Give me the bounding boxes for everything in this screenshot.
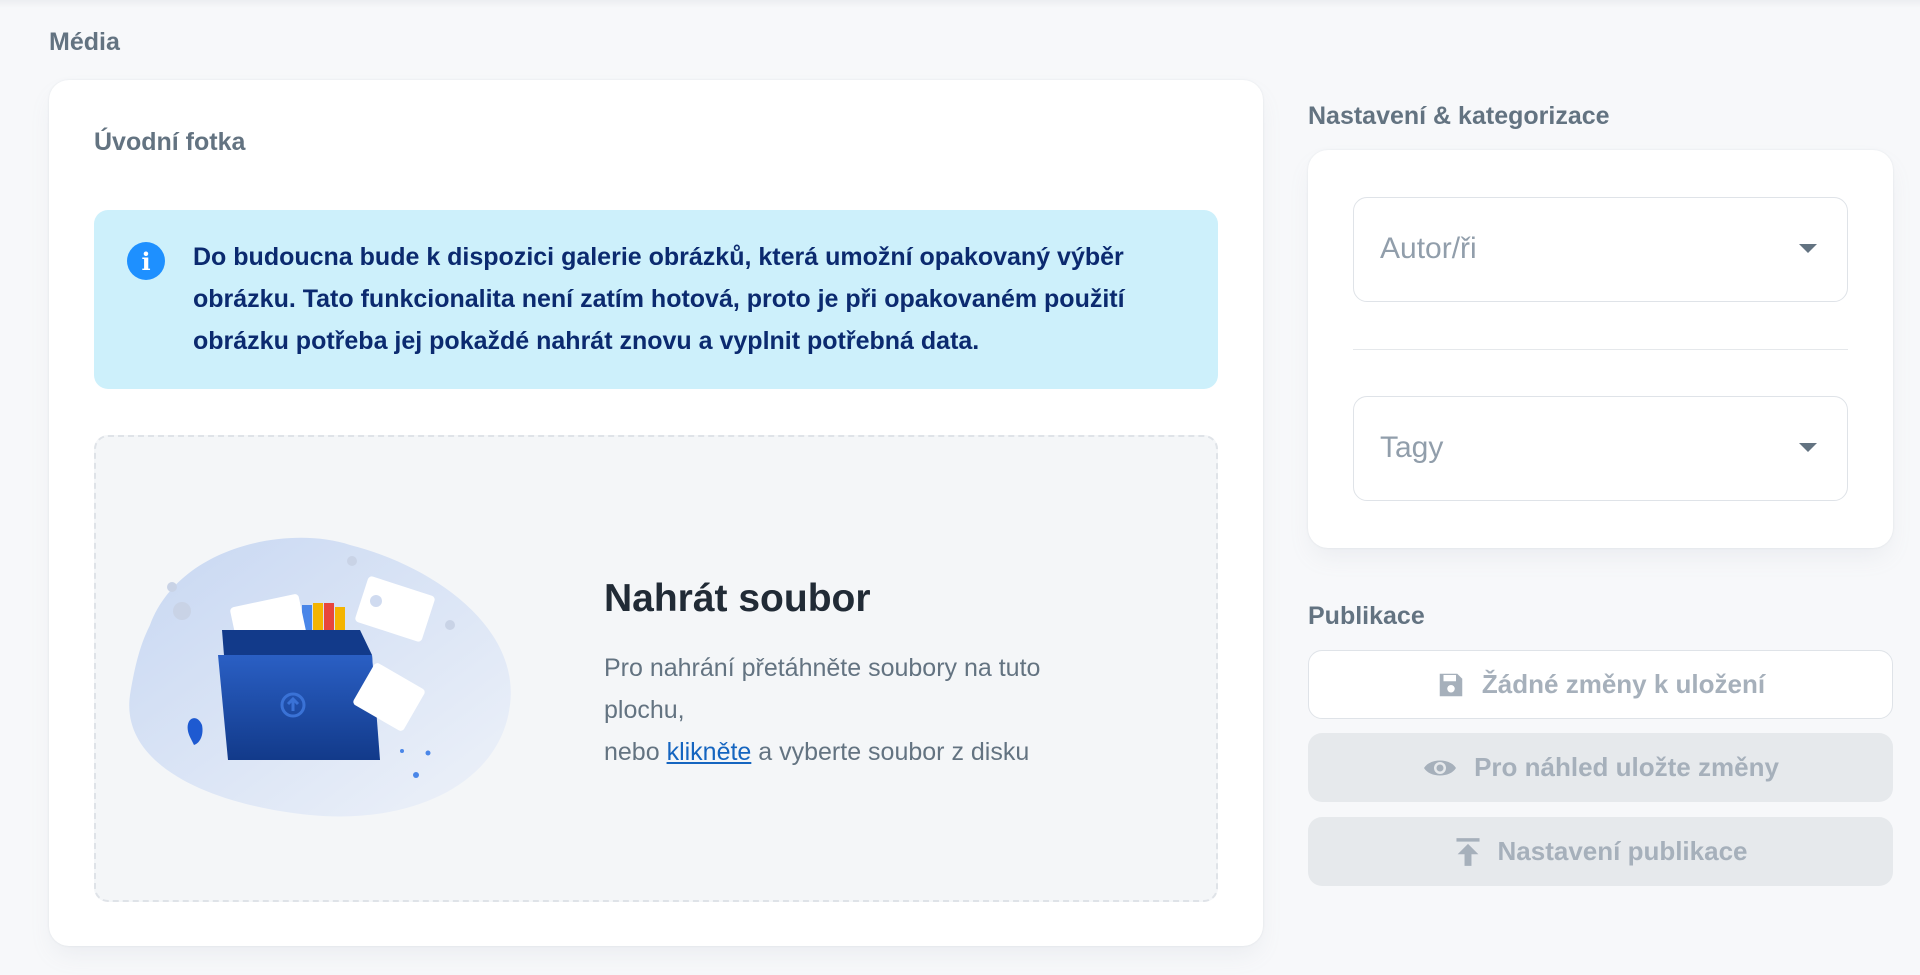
chevron-down-icon — [1799, 244, 1817, 253]
media-section-title: Média — [49, 28, 120, 56]
upload-description: Pro nahrání přetáhněte soubory na tuto p… — [604, 647, 1104, 773]
tags-select[interactable]: Tagy — [1353, 396, 1848, 501]
save-button[interactable]: Žádné změny k uložení — [1308, 650, 1893, 719]
publish-settings-label: Nastavení publikace — [1497, 836, 1748, 866]
settings-card: Autor/ři Tagy — [1308, 150, 1893, 548]
top-edge-shadow — [0, 0, 1920, 8]
upload-desc-line1: Pro nahrání přetáhněte soubory na tuto p… — [604, 654, 1041, 724]
authors-select[interactable]: Autor/ři — [1353, 197, 1848, 302]
tags-placeholder: Tagy — [1380, 431, 1444, 464]
authors-placeholder: Autor/ři — [1380, 232, 1477, 265]
info-icon: i — [127, 242, 165, 280]
upload-desc-suffix: a vyberte soubor z disku — [751, 738, 1030, 766]
settings-section-title: Nastavení & kategorizace — [1308, 102, 1610, 130]
eye-icon — [1424, 760, 1457, 775]
cover-photo-title: Úvodní fotka — [94, 128, 246, 156]
publish-settings-button[interactable]: Nastavení publikace — [1308, 817, 1893, 886]
media-card: Úvodní fotka i Do budoucna bude k dispoz… — [49, 80, 1263, 946]
upload-browse-link[interactable]: klikněte — [667, 738, 752, 766]
preview-button[interactable]: Pro náhled uložte změny — [1308, 733, 1893, 802]
chevron-down-icon — [1799, 443, 1817, 452]
info-alert: i Do budoucna bude k dispozici galerie o… — [94, 210, 1218, 389]
upload-icon — [1455, 837, 1480, 866]
publication-section-title: Publikace — [1308, 602, 1425, 630]
info-alert-text: Do budoucna bude k dispozici galerie obr… — [193, 243, 1125, 355]
file-dropzone[interactable]: Nahrát soubor Pro nahrání přetáhněte sou… — [94, 435, 1218, 902]
upload-title: Nahrát soubor — [604, 577, 871, 620]
upload-desc-prefix: nebo — [604, 738, 667, 766]
upload-illustration-icon — [129, 537, 511, 817]
preview-button-label: Pro náhled uložte změny — [1474, 752, 1779, 782]
settings-divider — [1353, 349, 1848, 350]
save-icon — [1439, 673, 1463, 696]
save-button-label: Žádné změny k uložení — [1481, 669, 1766, 699]
